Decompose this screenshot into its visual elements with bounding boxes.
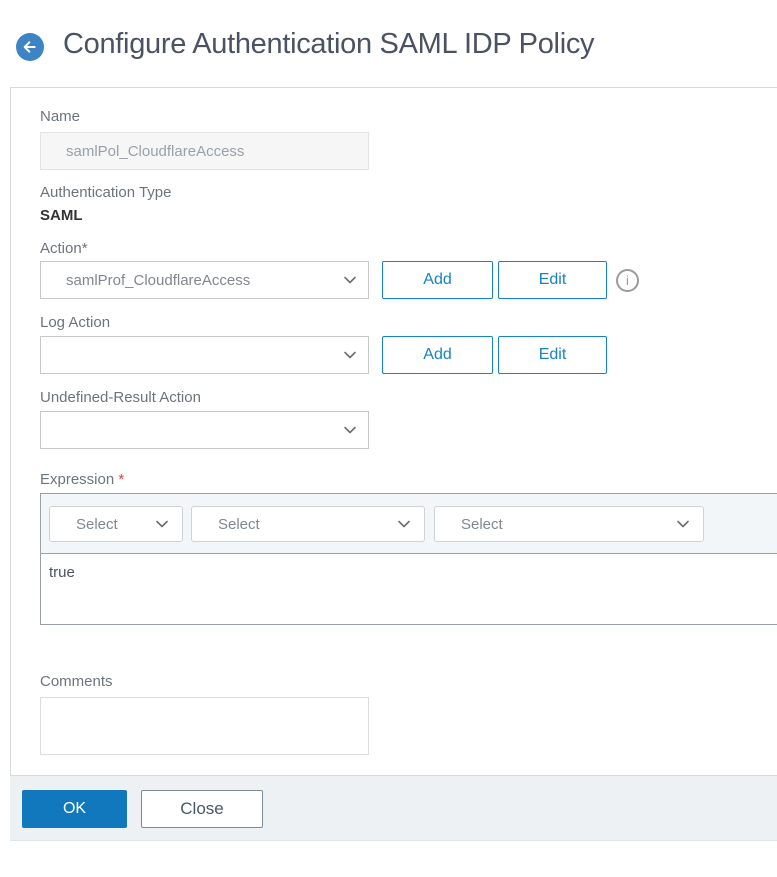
comments-label: Comments bbox=[40, 673, 113, 690]
ok-button[interactable]: OK bbox=[22, 790, 127, 828]
expression-select-2[interactable]: Select bbox=[191, 506, 425, 542]
expression-builder: Select Select Select true bbox=[40, 493, 777, 625]
log-action-label: Log Action bbox=[40, 314, 111, 331]
expression-select-1[interactable]: Select bbox=[49, 506, 183, 542]
undefined-result-action-select[interactable] bbox=[40, 411, 369, 449]
expression-select-3[interactable]: Select bbox=[434, 506, 704, 542]
page-title: Configure Authentication SAML IDP Policy bbox=[63, 28, 595, 60]
authentication-type-value: SAML bbox=[40, 207, 83, 224]
info-glyph: i bbox=[626, 273, 629, 288]
chevron-down-icon bbox=[154, 516, 170, 532]
expression-select-1-value: Select bbox=[76, 515, 118, 533]
chevron-down-icon bbox=[342, 272, 358, 288]
close-button[interactable]: Close bbox=[141, 790, 263, 828]
comments-textarea[interactable] bbox=[40, 697, 369, 755]
expression-select-3-value: Select bbox=[461, 515, 503, 533]
log-action-add-button[interactable]: Add bbox=[382, 336, 493, 374]
chevron-down-icon bbox=[396, 516, 412, 532]
chevron-down-icon bbox=[342, 422, 358, 438]
name-input bbox=[40, 132, 369, 170]
configure-saml-idp-policy-screen: Configure Authentication SAML IDP Policy… bbox=[0, 0, 777, 877]
name-label: Name bbox=[40, 108, 81, 125]
chevron-down-icon bbox=[675, 516, 691, 532]
info-icon[interactable]: i bbox=[616, 269, 639, 292]
undefined-result-action-label: Undefined-Result Action bbox=[40, 389, 201, 406]
required-asterisk: * bbox=[118, 471, 125, 488]
expression-toolbar: Select Select Select bbox=[41, 494, 777, 554]
action-select-value: samlProf_CloudflareAccess bbox=[66, 271, 251, 289]
expression-label: Expression * bbox=[40, 471, 125, 488]
log-action-select[interactable] bbox=[40, 336, 369, 374]
action-edit-button[interactable]: Edit bbox=[498, 261, 607, 299]
expression-editor[interactable]: true bbox=[41, 554, 777, 624]
action-add-button[interactable]: Add bbox=[382, 261, 493, 299]
log-action-edit-button[interactable]: Edit bbox=[498, 336, 607, 374]
chevron-down-icon bbox=[342, 347, 358, 363]
action-label: Action* bbox=[40, 240, 88, 257]
authentication-type-label: Authentication Type bbox=[40, 184, 172, 201]
action-select[interactable]: samlProf_CloudflareAccess bbox=[40, 261, 369, 299]
back-button[interactable] bbox=[16, 33, 44, 61]
expression-select-2-value: Select bbox=[218, 515, 260, 533]
arrow-left-icon bbox=[22, 39, 38, 55]
